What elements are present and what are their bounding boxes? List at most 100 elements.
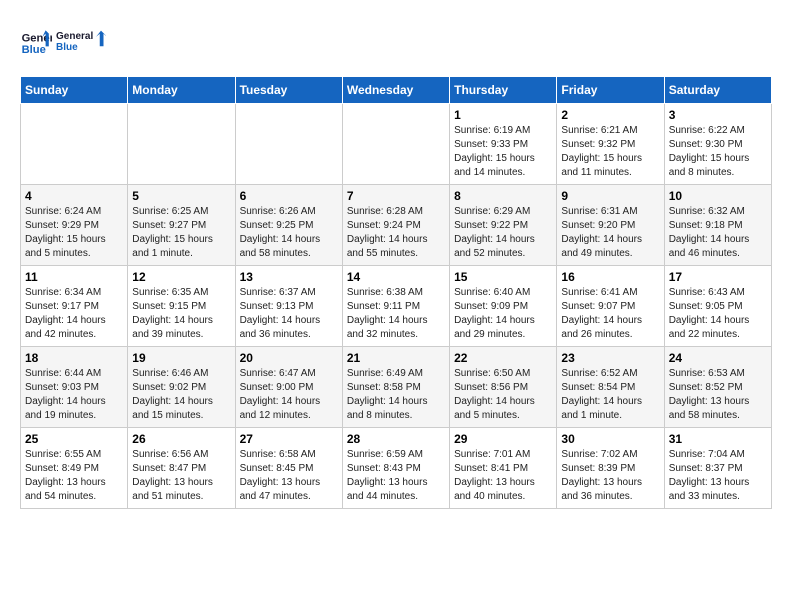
day-info: Sunrise: 6:37 AM Sunset: 9:13 PM Dayligh… bbox=[240, 286, 338, 342]
calendar-day-cell: 9Sunrise: 6:31 AM Sunset: 9:20 PM Daylig… bbox=[557, 185, 664, 266]
calendar-day-cell: 25Sunrise: 6:55 AM Sunset: 8:49 PM Dayli… bbox=[21, 428, 128, 509]
calendar-day-cell: 16 Sunrise: 6:41 AM Sunset: 9:07 PM Dayli… bbox=[557, 266, 664, 347]
day-number: 2 bbox=[561, 108, 659, 122]
day-info: Sunrise: 6:25 AM Sunset: 9:27 PM Dayligh… bbox=[132, 205, 230, 261]
day-number: 20 bbox=[240, 351, 338, 365]
day-of-week-header: Saturday bbox=[664, 77, 771, 104]
day-number: 22 bbox=[454, 351, 552, 365]
day-number: 27 bbox=[240, 432, 338, 446]
svg-text:Blue: Blue bbox=[22, 44, 46, 56]
day-info: Sunrise: 6:29 AM Sunset: 9:22 PM Dayligh… bbox=[454, 205, 552, 261]
day-number: 25 bbox=[25, 432, 123, 446]
day-info: Sunrise: 6:44 AM Sunset: 9:03 PM Dayligh… bbox=[25, 367, 123, 423]
day-number: 18 bbox=[25, 351, 123, 365]
calendar-day-cell bbox=[342, 104, 449, 185]
calendar-day-cell: 19 Sunrise: 6:46 AM Sunset: 9:02 PM Dayli… bbox=[128, 347, 235, 428]
day-info: Sunrise: 6:26 AM Sunset: 9:25 PM Dayligh… bbox=[240, 205, 338, 261]
calendar-day-cell: 3 Sunrise: 6:22 AM Sunset: 9:30 PM Daylig… bbox=[664, 104, 771, 185]
calendar-day-cell: 6 Sunrise: 6:26 AM Sunset: 9:25 PM Daylig… bbox=[235, 185, 342, 266]
day-info: Sunrise: 6:28 AM Sunset: 9:24 PM Dayligh… bbox=[347, 205, 445, 261]
day-number: 16 bbox=[561, 270, 659, 284]
day-number: 3 bbox=[669, 108, 767, 122]
calendar-day-cell: 5 Sunrise: 6:25 AM Sunset: 9:27 PM Daylig… bbox=[128, 185, 235, 266]
day-info: Sunrise: 6:49 AM Sunset: 8:58 PM Dayligh… bbox=[347, 367, 445, 423]
day-number: 19 bbox=[132, 351, 230, 365]
calendar-day-cell bbox=[235, 104, 342, 185]
day-info: Sunrise: 6:52 AM Sunset: 8:54 PM Dayligh… bbox=[561, 367, 659, 423]
day-info: Sunrise: 7:01 AM Sunset: 8:41 PM Dayligh… bbox=[454, 448, 552, 504]
day-info: Sunrise: 6:24 AM Sunset: 9:29 PM Dayligh… bbox=[25, 205, 123, 261]
calendar-day-cell: 22 Sunrise: 6:50 AM Sunset: 8:56 PM Dayli… bbox=[450, 347, 557, 428]
calendar-day-cell: 23Sunrise: 6:52 AM Sunset: 8:54 PM Dayli… bbox=[557, 347, 664, 428]
calendar-day-cell: 30 Sunrise: 7:02 AM Sunset: 8:39 PM Dayli… bbox=[557, 428, 664, 509]
day-number: 7 bbox=[347, 189, 445, 203]
calendar-day-cell: 10 Sunrise: 6:32 AM Sunset: 9:18 PM Dayli… bbox=[664, 185, 771, 266]
calendar-day-cell: 2 Sunrise: 6:21 AM Sunset: 9:32 PM Daylig… bbox=[557, 104, 664, 185]
day-info: Sunrise: 6:41 AM Sunset: 9:07 PM Dayligh… bbox=[561, 286, 659, 342]
day-number: 8 bbox=[454, 189, 552, 203]
calendar-day-cell bbox=[128, 104, 235, 185]
day-info: Sunrise: 6:38 AM Sunset: 9:11 PM Dayligh… bbox=[347, 286, 445, 342]
day-number: 5 bbox=[132, 189, 230, 203]
day-info: Sunrise: 6:56 AM Sunset: 8:47 PM Dayligh… bbox=[132, 448, 230, 504]
day-info: Sunrise: 6:53 AM Sunset: 8:52 PM Dayligh… bbox=[669, 367, 767, 423]
svg-text:General: General bbox=[56, 31, 93, 42]
day-info: Sunrise: 6:34 AM Sunset: 9:17 PM Dayligh… bbox=[25, 286, 123, 342]
calendar-header-row: SundayMondayTuesdayWednesdayThursdayFrid… bbox=[21, 77, 772, 104]
day-info: Sunrise: 6:50 AM Sunset: 8:56 PM Dayligh… bbox=[454, 367, 552, 423]
calendar-day-cell bbox=[21, 104, 128, 185]
calendar-day-cell: 27 Sunrise: 6:58 AM Sunset: 8:45 PM Dayli… bbox=[235, 428, 342, 509]
day-number: 10 bbox=[669, 189, 767, 203]
calendar-day-cell: 1Sunrise: 6:19 AM Sunset: 9:33 PM Daylig… bbox=[450, 104, 557, 185]
day-of-week-header: Tuesday bbox=[235, 77, 342, 104]
day-info: Sunrise: 7:02 AM Sunset: 8:39 PM Dayligh… bbox=[561, 448, 659, 504]
calendar-week-row: 1Sunrise: 6:19 AM Sunset: 9:33 PM Daylig… bbox=[21, 104, 772, 185]
calendar-day-cell: 17Sunrise: 6:43 AM Sunset: 9:05 PM Dayli… bbox=[664, 266, 771, 347]
day-info: Sunrise: 6:31 AM Sunset: 9:20 PM Dayligh… bbox=[561, 205, 659, 261]
day-number: 28 bbox=[347, 432, 445, 446]
day-number: 4 bbox=[25, 189, 123, 203]
day-number: 29 bbox=[454, 432, 552, 446]
day-info: Sunrise: 6:32 AM Sunset: 9:18 PM Dayligh… bbox=[669, 205, 767, 261]
calendar-day-cell: 29 Sunrise: 7:01 AM Sunset: 8:41 PM Dayli… bbox=[450, 428, 557, 509]
day-number: 24 bbox=[669, 351, 767, 365]
day-number: 17 bbox=[669, 270, 767, 284]
day-number: 12 bbox=[132, 270, 230, 284]
day-of-week-header: Monday bbox=[128, 77, 235, 104]
day-number: 13 bbox=[240, 270, 338, 284]
day-info: Sunrise: 6:21 AM Sunset: 9:32 PM Dayligh… bbox=[561, 124, 659, 180]
day-of-week-header: Thursday bbox=[450, 77, 557, 104]
calendar-day-cell: 24 Sunrise: 6:53 AM Sunset: 8:52 PM Dayli… bbox=[664, 347, 771, 428]
day-number: 26 bbox=[132, 432, 230, 446]
day-info: Sunrise: 6:58 AM Sunset: 8:45 PM Dayligh… bbox=[240, 448, 338, 504]
day-number: 31 bbox=[669, 432, 767, 446]
logo: General Blue General Blue bbox=[20, 20, 106, 60]
calendar-day-cell: 21Sunrise: 6:49 AM Sunset: 8:58 PM Dayli… bbox=[342, 347, 449, 428]
calendar-day-cell: 14 Sunrise: 6:38 AM Sunset: 9:11 PM Dayli… bbox=[342, 266, 449, 347]
day-number: 11 bbox=[25, 270, 123, 284]
calendar-day-cell: 13 Sunrise: 6:37 AM Sunset: 9:13 PM Dayli… bbox=[235, 266, 342, 347]
calendar-day-cell: 8 Sunrise: 6:29 AM Sunset: 9:22 PM Daylig… bbox=[450, 185, 557, 266]
calendar-week-row: 11 Sunrise: 6:34 AM Sunset: 9:17 PM Dayli… bbox=[21, 266, 772, 347]
calendar-day-cell: 18 Sunrise: 6:44 AM Sunset: 9:03 PM Dayli… bbox=[21, 347, 128, 428]
day-info: Sunrise: 6:47 AM Sunset: 9:00 PM Dayligh… bbox=[240, 367, 338, 423]
day-number: 6 bbox=[240, 189, 338, 203]
calendar-day-cell: 28 Sunrise: 6:59 AM Sunset: 8:43 PM Dayli… bbox=[342, 428, 449, 509]
day-info: Sunrise: 6:35 AM Sunset: 9:15 PM Dayligh… bbox=[132, 286, 230, 342]
day-info: Sunrise: 6:59 AM Sunset: 8:43 PM Dayligh… bbox=[347, 448, 445, 504]
day-number: 14 bbox=[347, 270, 445, 284]
calendar-day-cell: 12 Sunrise: 6:35 AM Sunset: 9:15 PM Dayli… bbox=[128, 266, 235, 347]
calendar-day-cell: 7 Sunrise: 6:28 AM Sunset: 9:24 PM Daylig… bbox=[342, 185, 449, 266]
calendar-day-cell: 20 Sunrise: 6:47 AM Sunset: 9:00 PM Dayli… bbox=[235, 347, 342, 428]
calendar-day-cell: 11 Sunrise: 6:34 AM Sunset: 9:17 PM Dayli… bbox=[21, 266, 128, 347]
calendar-week-row: 25Sunrise: 6:55 AM Sunset: 8:49 PM Dayli… bbox=[21, 428, 772, 509]
day-info: Sunrise: 6:46 AM Sunset: 9:02 PM Dayligh… bbox=[132, 367, 230, 423]
day-number: 1 bbox=[454, 108, 552, 122]
day-info: Sunrise: 6:40 AM Sunset: 9:09 PM Dayligh… bbox=[454, 286, 552, 342]
calendar-day-cell: 15Sunrise: 6:40 AM Sunset: 9:09 PM Dayli… bbox=[450, 266, 557, 347]
day-info: Sunrise: 6:22 AM Sunset: 9:30 PM Dayligh… bbox=[669, 124, 767, 180]
day-of-week-header: Sunday bbox=[21, 77, 128, 104]
calendar-day-cell: 26 Sunrise: 6:56 AM Sunset: 8:47 PM Dayli… bbox=[128, 428, 235, 509]
calendar-week-row: 18 Sunrise: 6:44 AM Sunset: 9:03 PM Dayli… bbox=[21, 347, 772, 428]
day-number: 30 bbox=[561, 432, 659, 446]
